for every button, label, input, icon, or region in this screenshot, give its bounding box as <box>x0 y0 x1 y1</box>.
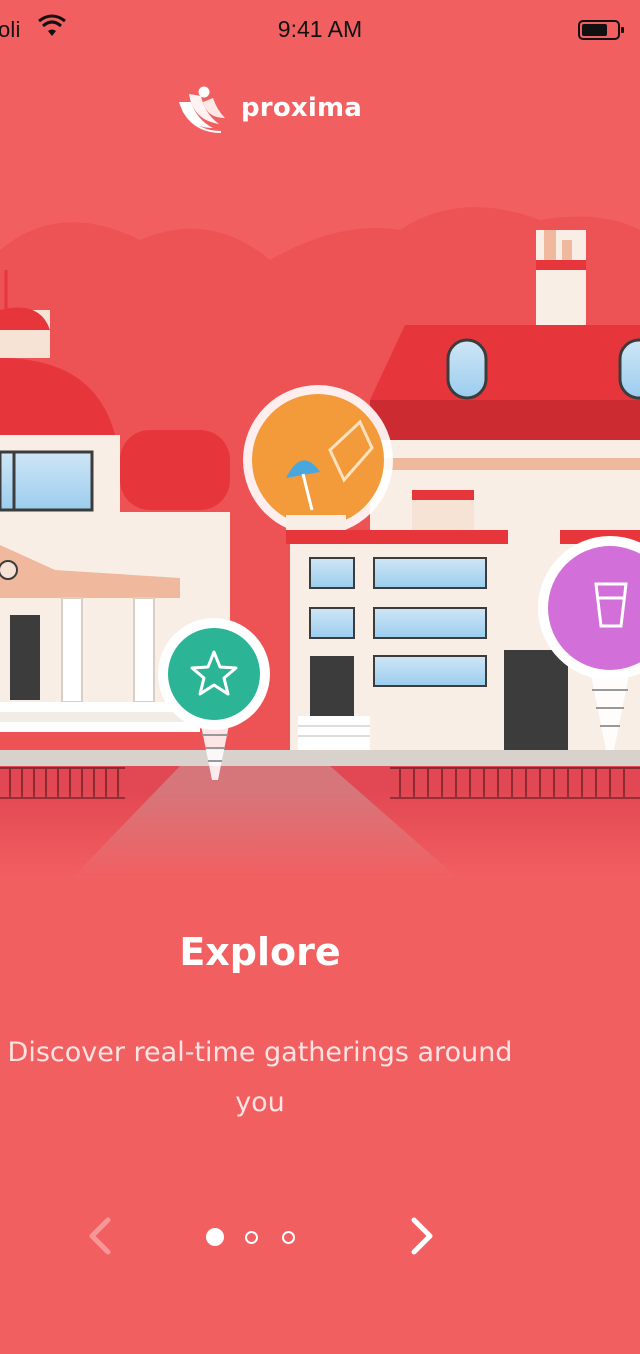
battery-icon <box>578 20 624 40</box>
page-dot-3[interactable] <box>282 1230 295 1244</box>
onboarding-title: Explore <box>179 930 341 974</box>
page-dot-2[interactable] <box>245 1230 258 1244</box>
brand-name: proxima <box>241 93 363 123</box>
onboarding-screen: oli 9:41 AM proxima Explore Discover rea… <box>0 0 640 1354</box>
chevron-left-icon <box>89 1217 111 1255</box>
page-dot-1[interactable] <box>206 1228 224 1246</box>
next-button[interactable] <box>400 1208 444 1264</box>
front-building <box>286 515 508 750</box>
city-illustration <box>0 207 640 880</box>
proxima-logo-icon <box>179 86 225 133</box>
page-indicator <box>206 1226 295 1248</box>
onboarding-description: Discover real-time gatherings around you <box>7 1037 513 1118</box>
brand-header: proxima <box>173 80 362 136</box>
previous-button[interactable] <box>78 1208 122 1264</box>
status-bar: oli 9:41 AM <box>0 0 640 60</box>
beach-pin <box>243 385 393 535</box>
status-time: 9:41 AM <box>277 16 363 42</box>
chevron-right-icon <box>411 1217 433 1255</box>
